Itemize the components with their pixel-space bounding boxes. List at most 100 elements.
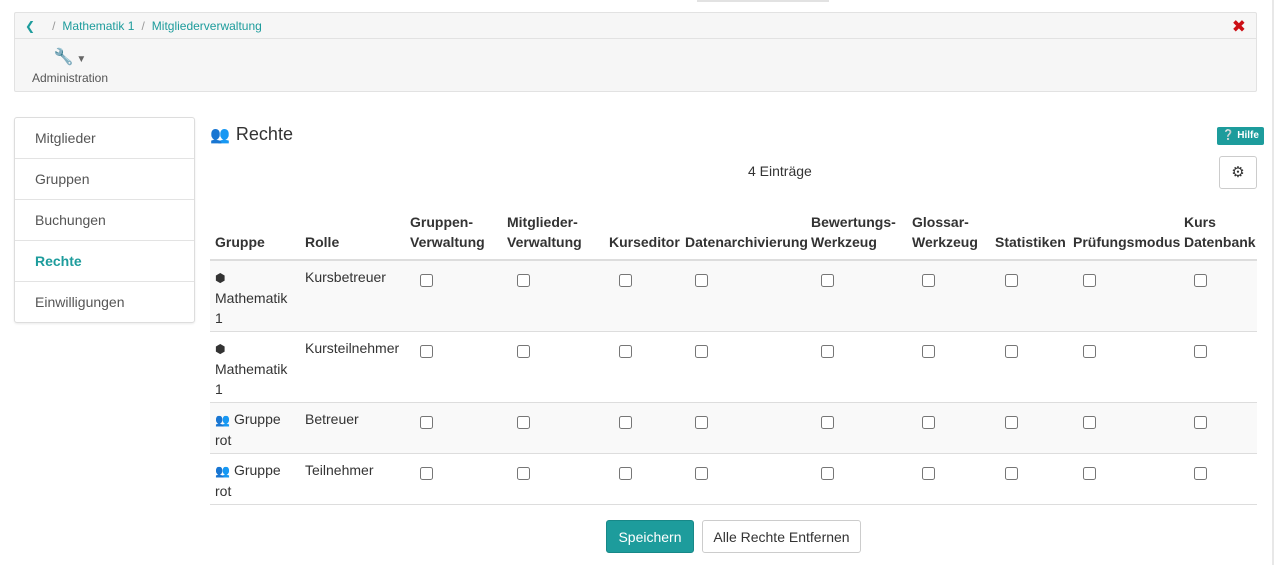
permission-checkbox[interactable] (619, 467, 632, 480)
sidebar-item-mitglieder[interactable]: Mitglieder (15, 118, 194, 159)
permission-checkbox[interactable] (1194, 345, 1207, 358)
cube-icon: ⬢ (215, 342, 226, 356)
permission-checkbox[interactable] (517, 345, 530, 358)
column-header-line1: Kurs (1184, 214, 1216, 230)
group-name-part: rot (215, 483, 232, 499)
remove-all-rights-button[interactable]: Alle Rechte Entfernen (702, 520, 861, 553)
permission-checkbox[interactable] (821, 345, 834, 358)
permission-checkbox[interactable] (922, 467, 935, 480)
column-header: Gruppen- Verwaltung (410, 212, 485, 252)
side-menu: Mitglieder Gruppen Buchungen Rechte Einw… (14, 117, 195, 323)
administration-label: Administration (31, 71, 109, 85)
table-row: 👥 Gruppe rot Teilnehmer (210, 454, 1257, 505)
column-header: Glossar- Werkzeug (912, 212, 978, 252)
permission-checkbox[interactable] (1194, 416, 1207, 429)
group-cell: ⬢ Mathematik 1 (215, 338, 300, 399)
column-header-line2: Prüfungsmodus (1073, 234, 1181, 250)
save-button[interactable]: Speichern (606, 520, 694, 553)
permission-checkbox[interactable] (517, 274, 530, 287)
role-cell: Betreuer (305, 411, 359, 427)
permission-checkbox[interactable] (619, 416, 632, 429)
permission-checkbox[interactable] (821, 274, 834, 287)
wrench-icon: 🔧 ▼ (53, 49, 87, 66)
group-cell: ⬢ Mathematik 1 (215, 267, 300, 328)
permission-checkbox[interactable] (1083, 416, 1096, 429)
group-cell: 👥 Gruppe rot (215, 460, 300, 501)
column-header: Datenarchivierung (685, 232, 808, 252)
column-header-line1: Gruppen- (410, 214, 473, 230)
page-title: 👥 Rechte (210, 124, 293, 145)
group-name-part: Mathematik (215, 290, 288, 306)
group-name-part: 1 (215, 310, 223, 326)
permission-checkbox[interactable] (1194, 467, 1207, 480)
table-header: Gruppe Rolle Gruppen- Verwaltung Mitglieder-… (210, 212, 1257, 261)
group-first-line: 👥 Gruppe (215, 460, 300, 481)
sidebar-item-rechte[interactable]: Rechte (15, 241, 194, 282)
permission-checkbox[interactable] (420, 274, 433, 287)
administration-menu-button[interactable]: 🔧 ▼ Administration (30, 47, 110, 85)
group-name-part: rot (215, 432, 232, 448)
group-name-part: Gruppe (233, 411, 281, 427)
permission-checkbox[interactable] (1005, 274, 1018, 287)
table-row: ⬢ Mathematik 1 Kursbetreuer (210, 261, 1257, 332)
permission-checkbox[interactable] (1005, 345, 1018, 358)
users-icon: 👥 (210, 126, 230, 144)
help-button[interactable]: ❔ Hilfe (1217, 127, 1264, 145)
permission-checkbox[interactable] (821, 467, 834, 480)
permission-checkbox[interactable] (922, 345, 935, 358)
breadcrumb-item-member-management[interactable]: Mitgliederverwaltung (152, 19, 262, 33)
sidebar-item-gruppen[interactable]: Gruppen (15, 159, 194, 200)
page-title-text: Rechte (235, 124, 293, 144)
permission-checkbox[interactable] (695, 467, 708, 480)
permission-checkbox[interactable] (619, 274, 632, 287)
sidebar-item-einwilligungen[interactable]: Einwilligungen (15, 282, 194, 322)
table-body: ⬢ Mathematik 1 Kursbetreuer ⬢ Mathematik 1 Kurs… (210, 261, 1257, 505)
sidebar-item-buchungen[interactable]: Buchungen (15, 200, 194, 241)
chevron-left-icon[interactable]: ❮ (25, 19, 35, 33)
column-header-line2: Verwaltung (410, 234, 485, 250)
cube-icon: ⬢ (215, 271, 226, 285)
column-header: Kurseditor (609, 232, 680, 252)
breadcrumb-item-course[interactable]: Mathematik 1 (62, 19, 134, 33)
permission-checkbox[interactable] (1083, 274, 1096, 287)
permission-checkbox[interactable] (1005, 467, 1018, 480)
column-header: Statistiken (995, 232, 1066, 252)
permission-checkbox[interactable] (517, 467, 530, 480)
role-cell: Kursteilnehmer (305, 340, 400, 356)
role-cell: Teilnehmer (305, 462, 374, 478)
column-header-line2: Kurseditor (609, 234, 680, 250)
rights-table: Gruppe Rolle Gruppen- Verwaltung Mitglieder-… (210, 212, 1257, 505)
permission-checkbox[interactable] (420, 467, 433, 480)
group-cell: 👥 Gruppe rot (215, 409, 300, 450)
permission-checkbox[interactable] (922, 274, 935, 287)
column-header-line2: Rolle (305, 234, 340, 250)
permission-checkbox[interactable] (695, 345, 708, 358)
permission-checkbox[interactable] (922, 416, 935, 429)
help-label: Hilfe (1237, 130, 1259, 141)
gear-icon: ⚙ (1231, 164, 1245, 181)
permission-checkbox[interactable] (420, 416, 433, 429)
column-header: Mitglieder- Verwaltung (507, 212, 582, 252)
table-settings-button[interactable]: ⚙ (1219, 156, 1257, 189)
permission-checkbox[interactable] (695, 416, 708, 429)
permission-checkbox[interactable] (695, 274, 708, 287)
breadcrumb-separator: / (52, 18, 56, 33)
permission-checkbox[interactable] (1083, 345, 1096, 358)
table-row: ⬢ Mathematik 1 Kursteilnehmer (210, 332, 1257, 403)
column-header-line2: Gruppe (215, 234, 265, 250)
column-header-line1: Bewertungs- (811, 214, 896, 230)
column-header-line2: Werkzeug (811, 234, 877, 250)
group-name-part: 1 (215, 381, 223, 397)
permission-checkbox[interactable] (1083, 467, 1096, 480)
permission-checkbox[interactable] (1194, 274, 1207, 287)
close-icon[interactable]: ✖ (1232, 18, 1246, 35)
column-header-line2: Datenbank (1184, 234, 1256, 250)
permission-checkbox[interactable] (821, 416, 834, 429)
permission-checkbox[interactable] (619, 345, 632, 358)
permission-checkbox[interactable] (420, 345, 433, 358)
column-header-line2: Datenarchivierung (685, 234, 808, 250)
column-header: Gruppe (215, 232, 265, 252)
permission-checkbox[interactable] (517, 416, 530, 429)
permission-checkbox[interactable] (1005, 416, 1018, 429)
column-header: Kurs Datenbank (1184, 212, 1256, 252)
